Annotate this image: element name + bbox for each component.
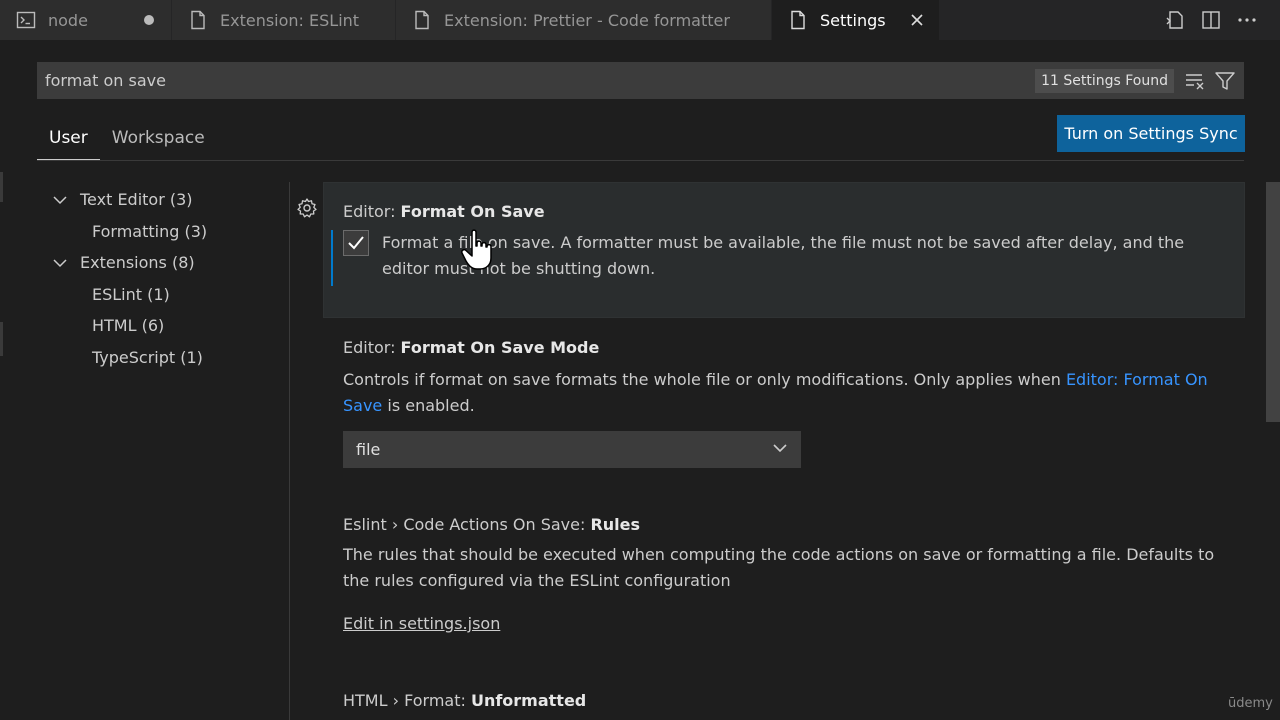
scrollbar[interactable] [1266,182,1280,422]
select-value: file [356,440,381,459]
setting-title: Eslint › Code Actions On Save: Rules [343,515,640,534]
toc-label: TypeScript (1) [92,347,203,367]
setting-name: Unformatted [470,691,587,710]
toc-label: Extensions (8) [80,253,195,273]
setting-name: Format On Save [400,202,545,221]
terminal-icon [16,10,36,30]
editor-tab-bar: node Extension: ESLint Extension: Pretti… [0,0,1280,40]
close-icon[interactable] [909,12,925,28]
tab-label: node [48,10,88,30]
toc-label: HTML (6) [92,316,165,336]
chevron-down-icon [771,439,789,461]
scope-divider [37,160,1244,161]
toc-item-text-editor[interactable]: Text Editor (3) [50,184,280,216]
toc-divider [289,182,290,720]
toc-item-extensions[interactable]: Extensions (8) [50,247,280,279]
open-settings-json-icon[interactable] [1164,9,1186,31]
turn-on-settings-sync-button[interactable]: Turn on Settings Sync [1057,115,1245,152]
description-text: is enabled. [382,396,475,415]
scope-tabs: User Workspace [37,118,217,160]
toc-item-typescript[interactable]: TypeScript (1) [50,342,280,374]
setting-category: Editor: [343,202,401,221]
more-actions-icon[interactable] [1236,9,1258,31]
tab-label: Extension: ESLint [220,10,360,30]
check-icon [348,236,364,250]
setting-title: Editor: Format On Save Mode [343,338,599,357]
activity-edge [0,322,3,356]
toc-item-html[interactable]: HTML (6) [50,310,280,342]
toc-label: Text Editor (3) [80,190,193,210]
tab-extension-eslint[interactable]: Extension: ESLint [172,0,396,40]
format-on-save-checkbox[interactable] [343,230,369,256]
setting-name: Rules [590,515,641,534]
toc-item-eslint[interactable]: ESLint (1) [50,279,280,311]
results-count-badge: 11 Settings Found [1035,68,1174,93]
tab-extension-prettier[interactable]: Extension: Prettier - Code formatter [396,0,772,40]
chevron-down-icon [50,253,70,273]
setting-category: HTML › Format: [343,691,471,710]
split-editor-icon[interactable] [1200,9,1222,31]
tab-user[interactable]: User [37,118,100,160]
tab-workspace[interactable]: Workspace [100,118,217,160]
tab-label: Extension: Prettier - Code formatter [444,10,730,30]
tab-settings[interactable]: Settings [772,0,940,40]
edit-in-settings-json-link[interactable]: Edit in settings.json [343,614,500,633]
udemy-watermark: ūdemy [1228,696,1273,711]
description-text: Controls if format on save formats the w… [343,370,1066,389]
format-on-save-mode-select[interactable]: file [343,431,801,468]
settings-search: 11 Settings Found [37,62,1244,99]
file-icon [188,10,208,30]
filter-icon[interactable] [1214,70,1236,92]
clear-filter-icon[interactable] [1184,70,1206,92]
file-icon [412,10,432,30]
toc-label: ESLint (1) [92,284,170,304]
setting-title: Editor: Format On Save [343,202,545,221]
editor-actions [1164,0,1280,40]
toc-label: Formatting (3) [92,221,208,241]
gear-icon[interactable] [296,197,318,219]
file-icon [788,10,808,30]
tab-node[interactable]: node [0,0,172,40]
unsaved-dot-icon[interactable] [141,12,157,28]
chevron-down-icon [50,190,70,210]
setting-title: HTML › Format: Unformatted [343,691,586,710]
activity-edge [0,172,3,202]
setting-category: Eslint › Code Actions On Save: [343,515,591,534]
setting-category: Editor: [343,338,401,357]
settings-toc: Text Editor (3) Formatting (3) Extension… [50,184,280,373]
setting-name: Format On Save Mode [400,338,600,357]
setting-description: The rules that should be executed when c… [343,545,1215,590]
setting-description: Format a file on save. A formatter must … [382,233,1185,278]
toc-item-formatting[interactable]: Formatting (3) [50,216,280,248]
focus-indicator [331,230,333,286]
setting-description: Controls if format on save formats the w… [343,367,1223,419]
hand-cursor-icon [460,228,496,272]
search-input[interactable] [37,62,1036,99]
tab-label: Settings [820,10,886,30]
